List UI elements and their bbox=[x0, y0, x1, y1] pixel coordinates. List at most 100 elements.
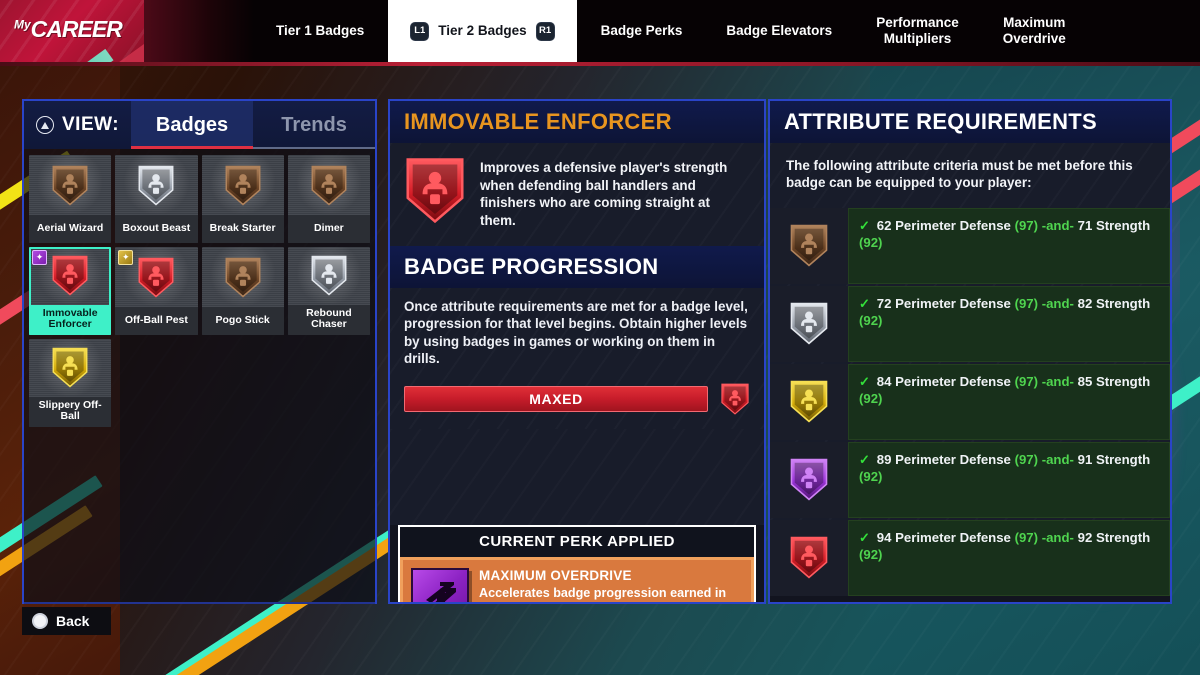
badge-tile-dimer[interactable]: Dimer bbox=[287, 155, 370, 243]
requirement-2-current: (92) bbox=[859, 469, 883, 484]
view-label-group: VIEW: bbox=[24, 101, 131, 149]
requirement-check-icon: ✓ bbox=[859, 373, 871, 389]
requirement-row: ✓ 84 Perimeter Defense (97) -and- 85 Str… bbox=[770, 363, 1170, 440]
tab-trends-label: Trends bbox=[281, 113, 347, 136]
badge-art-icon bbox=[287, 247, 370, 305]
requirement-2-attribute: Strength bbox=[1095, 295, 1151, 311]
badge-detail-title-bar: IMMOVABLE ENFORCER bbox=[390, 101, 764, 143]
requirement-1-current: (97) bbox=[1014, 295, 1039, 311]
badge-tile-off-ball-pest[interactable]: ✦ Off-Ball Pest bbox=[115, 247, 198, 335]
badge-tile-label: Slippery Off-Ball bbox=[29, 396, 112, 427]
requirement-1-current: (97) bbox=[1014, 529, 1039, 545]
nav-item-badge-perks[interactable]: Badge Perks bbox=[579, 0, 705, 62]
badge-grid: Aerial Wizard Boxout Beast Break Starter bbox=[24, 149, 375, 604]
badge-art-icon bbox=[287, 155, 370, 215]
nav-item-label: Badge Perks bbox=[600, 22, 683, 38]
nav-gradient-spacer bbox=[144, 0, 254, 62]
triangle-button-icon bbox=[36, 116, 54, 134]
nav-item-list: Tier 1 Badges L1 Tier 2 Badges R1 Badge Perk… bbox=[254, 0, 1200, 62]
requirement-1-value: 84 bbox=[876, 373, 892, 389]
requirement-text: ✓ 84 Perimeter Defense (97) -and- 85 Str… bbox=[848, 363, 1170, 440]
nav-item-badge-elevators[interactable]: Badge Elevators bbox=[704, 0, 854, 62]
requirement-1-attribute: Perimeter Defense bbox=[895, 451, 1011, 467]
requirement-1-value: 62 bbox=[876, 217, 892, 233]
current-perk-header: CURRENT PERK APPLIED bbox=[400, 527, 754, 558]
badge-progression-body: Once attribute requirements are met for … bbox=[390, 287, 764, 526]
requirement-separator: -and- bbox=[1041, 529, 1074, 545]
badge-tile-boxout-beast[interactable]: Boxout Beast bbox=[115, 155, 198, 243]
nav-item-label: Badge Elevators bbox=[726, 22, 833, 38]
requirement-separator: -and- bbox=[1041, 373, 1074, 389]
badge-tile-rebound-chaser[interactable]: Rebound Chaser bbox=[287, 247, 370, 335]
badge-tile-break-starter[interactable]: Break Starter bbox=[201, 155, 284, 243]
badge-detail-title: IMMOVABLE ENFORCER bbox=[404, 109, 672, 134]
badge-tile-label: Dimer bbox=[287, 215, 370, 243]
badge-detail-body: Improves a defensive player's strength w… bbox=[390, 143, 764, 246]
current-perk-name: MAXIMUM OVERDRIVE bbox=[479, 568, 632, 584]
badge-art-icon bbox=[115, 155, 198, 215]
progression-level-icon bbox=[720, 383, 750, 416]
requirement-tier-icon bbox=[770, 364, 848, 440]
requirement-check-icon: ✓ bbox=[859, 451, 871, 467]
current-perk-body[interactable]: MAXIMUM OVERDRIVE Accelerates badge prog… bbox=[400, 557, 754, 602]
requirement-1-attribute: Perimeter Defense bbox=[895, 217, 1011, 233]
perk-indicator-icon: ✦ bbox=[118, 250, 134, 265]
requirement-text: ✓ 72 Perimeter Defense (97) -and- 82 Str… bbox=[848, 285, 1170, 362]
attribute-requirements-body: The following attribute criteria must be… bbox=[770, 143, 1170, 596]
nav-item-performance-multipliers[interactable]: Performance Multipliers bbox=[854, 0, 981, 62]
view-tab-bar: VIEW: Badges Trends bbox=[24, 101, 375, 149]
up-right-arrows-icon bbox=[411, 568, 469, 602]
requirement-2-value: 91 bbox=[1077, 451, 1093, 467]
badge-progression-title-bar: BADGE PROGRESSION bbox=[390, 245, 764, 288]
back-button[interactable]: Back bbox=[22, 607, 112, 635]
badge-detail-description: Improves a defensive player's strength w… bbox=[480, 160, 728, 229]
badge-tile-label: Immovable Enforcer bbox=[29, 304, 112, 335]
badge-tile-pogo-stick[interactable]: Pogo Stick bbox=[201, 247, 284, 335]
requirement-row: ✓ 62 Perimeter Defense (97) -and- 71 Str… bbox=[770, 207, 1170, 284]
badge-art-icon bbox=[29, 339, 112, 397]
requirement-check-icon: ✓ bbox=[859, 295, 871, 311]
nav-item-label: Tier 2 Badges bbox=[438, 22, 527, 38]
badge-tile-aerial-wizard[interactable]: Aerial Wizard bbox=[29, 155, 112, 243]
tab-trends[interactable]: Trends bbox=[253, 101, 375, 149]
back-button-label: Back bbox=[56, 613, 90, 629]
requirement-1-attribute: Perimeter Defense bbox=[895, 373, 1011, 389]
requirement-1-current: (97) bbox=[1014, 373, 1039, 389]
badge-tile-label: Rebound Chaser bbox=[287, 304, 370, 335]
current-perk-box: CURRENT PERK APPLIED MAXIMUM OVERDRIVE A… bbox=[398, 525, 756, 602]
tab-badges[interactable]: Badges bbox=[131, 101, 254, 149]
badge-tile-label: Break Starter bbox=[201, 215, 284, 243]
nav-item-tier-1-badges[interactable]: Tier 1 Badges bbox=[254, 0, 386, 62]
badge-progression-filler bbox=[390, 429, 764, 526]
attribute-requirements-panel: ATTRIBUTE REQUIREMENTS The following att… bbox=[768, 99, 1172, 604]
badge-art-icon bbox=[201, 247, 284, 307]
requirement-1-value: 94 bbox=[876, 529, 892, 545]
current-perk-text: MAXIMUM OVERDRIVE Accelerates badge prog… bbox=[479, 568, 741, 602]
progress-bar-maxed: MAXED bbox=[404, 386, 708, 413]
requirement-1-attribute: Perimeter Defense bbox=[895, 295, 1011, 311]
badge-tile-label: Boxout Beast bbox=[115, 215, 198, 243]
badge-tile-slippery-off-ball[interactable]: Slippery Off-Ball bbox=[29, 339, 112, 427]
nav-item-maximum-overdrive[interactable]: Maximum Overdrive bbox=[981, 0, 1088, 62]
attribute-requirements-title-bar: ATTRIBUTE REQUIREMENTS bbox=[770, 101, 1170, 143]
requirement-row: ✓ 72 Perimeter Defense (97) -and- 82 Str… bbox=[770, 285, 1170, 362]
attribute-requirements-list: ✓ 62 Perimeter Defense (97) -and- 71 Str… bbox=[770, 207, 1170, 596]
badges-panel: VIEW: Badges Trends Aerial Wizard Boxout… bbox=[22, 99, 377, 604]
requirement-1-current: (97) bbox=[1014, 217, 1039, 233]
requirement-separator: -and- bbox=[1041, 295, 1074, 311]
requirement-1-attribute: Perimeter Defense bbox=[895, 529, 1011, 545]
badge-tile-immovable-enforcer[interactable]: ✦ Immovable Enforcer bbox=[29, 247, 112, 335]
requirement-tier-icon bbox=[770, 208, 848, 284]
badge-progression-status-row: MAXED bbox=[390, 367, 764, 429]
requirement-tier-icon bbox=[770, 286, 848, 362]
badge-tile-label: Pogo Stick bbox=[201, 307, 284, 335]
attribute-requirements-intro: The following attribute criteria must be… bbox=[786, 158, 1133, 191]
requirement-2-attribute: Strength bbox=[1095, 373, 1151, 389]
badge-tile-label: Off-Ball Pest bbox=[115, 307, 198, 335]
left-bumper-icon: L1 bbox=[410, 21, 430, 41]
requirement-text: ✓ 62 Perimeter Defense (97) -and- 71 Str… bbox=[848, 207, 1170, 284]
attribute-requirements-title: ATTRIBUTE REQUIREMENTS bbox=[784, 109, 1097, 134]
perk-indicator-icon: ✦ bbox=[32, 250, 47, 265]
nav-item-tier-2-badges[interactable]: L1 Tier 2 Badges R1 bbox=[388, 0, 577, 62]
requirement-check-icon: ✓ bbox=[859, 217, 871, 233]
